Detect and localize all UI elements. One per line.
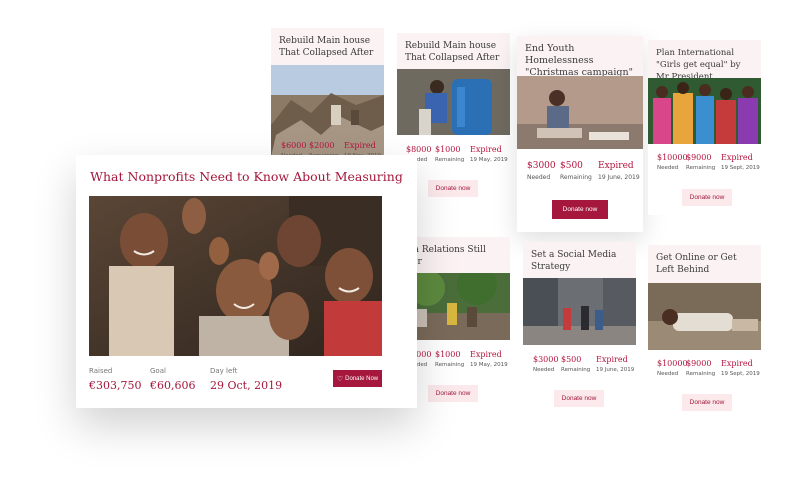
date-label: 19 May, 2019 [470, 157, 508, 163]
dayleft-label: Day left [210, 367, 238, 375]
donate-now-label: Donate Now [345, 375, 379, 382]
status-value: Expired [721, 359, 753, 368]
remaining-label: Remaining [686, 371, 716, 377]
dayleft-value: 29 Oct, 2019 [210, 379, 283, 392]
campaign-title[interactable]: Rebuild Main house That Collapsed After [397, 33, 510, 69]
campaign-card-3: End Youth Homelessness "Christmas campai… [517, 36, 643, 232]
donate-now-button[interactable]: Donate now [552, 200, 608, 219]
needed-value: $6000 [281, 141, 307, 150]
remaining-value: $9000 [686, 153, 712, 162]
status-value: Expired [721, 153, 753, 162]
goal-value: €60,606 [150, 379, 196, 392]
campaign-image-homeless-woman [517, 76, 643, 149]
status-value: Expired [470, 350, 502, 359]
raised-value: €303,750 [89, 379, 142, 392]
heart-icon: ♡ [336, 375, 344, 383]
donate-now-button[interactable]: Donate now [554, 390, 604, 407]
date-label: 19 Sept, 2019 [721, 165, 760, 171]
status-value: Expired [470, 145, 502, 154]
remaining-label: Remaining [435, 362, 465, 368]
donate-now-button[interactable]: Donate now [682, 394, 732, 411]
donate-now-button[interactable]: Donate now [428, 385, 478, 402]
featured-campaign-card: What Nonprofits Need to Know About Measu… [76, 155, 417, 408]
campaign-image-street [523, 278, 636, 345]
remaining-value: $1000 [435, 350, 461, 359]
date-label: 19 June, 2019 [598, 174, 640, 181]
status-value: Expired [344, 141, 376, 150]
remaining-value: $500 [561, 355, 582, 364]
date-label: 19 Sept, 2019 [721, 371, 760, 377]
campaign-card-7: Get Online or Get Left Behind $10000 Nee… [648, 245, 761, 420]
needed-label: Needed [657, 371, 679, 377]
donate-now-button[interactable]: Donate now [682, 189, 732, 206]
campaign-title[interactable]: Plan International "Girls get equal" by … [648, 40, 761, 82]
campaign-title[interactable]: Set a Social Media Strategy [523, 242, 636, 278]
goal-label: Goal [150, 367, 166, 375]
needed-value: $10000 [657, 359, 688, 368]
featured-title[interactable]: What Nonprofits Need to Know About Measu… [76, 169, 417, 184]
date-label: 19 May, 2019 [470, 362, 508, 368]
campaign-image-girls-group [648, 78, 761, 144]
campaign-title[interactable]: End Youth Homelessness "Christmas campai… [517, 36, 643, 78]
needed-value: $3000 [533, 355, 559, 364]
status-value: Expired [596, 355, 628, 364]
donate-now-button[interactable]: Donate now [428, 180, 478, 197]
needed-value: $10000 [657, 153, 688, 162]
campaign-image-sleeping-man [648, 283, 761, 350]
remaining-value: $500 [560, 161, 583, 171]
needed-label: Needed [657, 165, 679, 171]
needed-label: Needed [527, 174, 551, 181]
needed-value: $8000 [406, 145, 432, 154]
campaign-image-water-barrel [397, 69, 510, 135]
remaining-label: Remaining [686, 165, 716, 171]
remaining-label: Remaining [435, 157, 465, 163]
featured-image-children [89, 196, 382, 356]
needed-label: Needed [533, 367, 555, 373]
raised-label: Raised [89, 367, 113, 375]
needed-value: $3000 [527, 161, 556, 171]
campaign-title[interactable]: Rebuild Main house That Collapsed After [271, 28, 384, 65]
date-label: 19 June, 2019 [596, 367, 635, 373]
campaign-card-6: Set a Social Media Strategy $3000 Needed… [523, 242, 636, 417]
donate-now-button-featured[interactable]: ♡ Donate Now [333, 370, 382, 387]
remaining-label: Remaining [561, 367, 591, 373]
status-value: Expired [598, 161, 634, 171]
remaining-value: $2000 [309, 141, 335, 150]
remaining-value: $1000 [435, 145, 461, 154]
campaign-title[interactable]: Get Online or Get Left Behind [648, 245, 761, 283]
remaining-value: $9000 [686, 359, 712, 368]
campaign-card-4: Plan International "Girls get equal" by … [648, 40, 761, 215]
campaign-card-1: Rebuild Main house That Collapsed After … [271, 28, 384, 163]
remaining-label: Remaining [560, 174, 592, 181]
